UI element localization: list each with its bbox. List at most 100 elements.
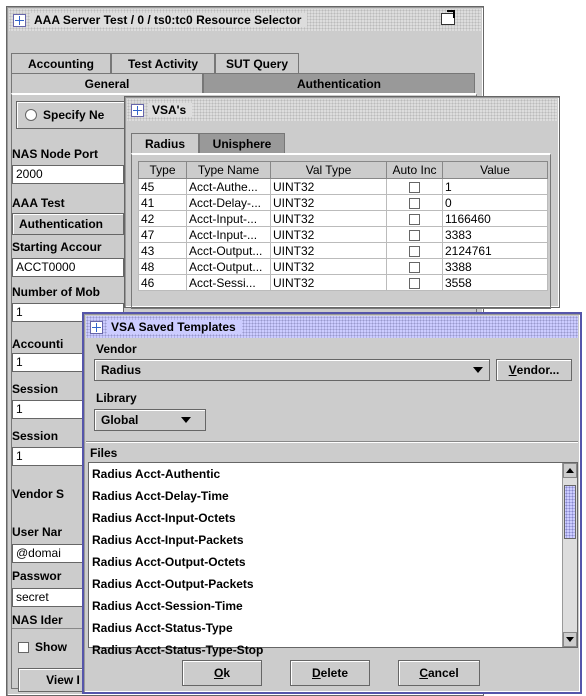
templates-titlebar[interactable]: VSA Saved Templates (86, 316, 578, 338)
auto-inc-checkbox[interactable] (409, 229, 420, 241)
vendor-button[interactable]: Vendor... (496, 359, 572, 381)
cell-auto-inc[interactable] (386, 178, 443, 195)
show-checkbox[interactable]: Show (18, 640, 67, 654)
cell-auto-inc[interactable] (386, 274, 443, 291)
tab-general[interactable]: General (11, 73, 203, 93)
cell-value[interactable]: 3558 (442, 274, 548, 291)
cell-val-type[interactable]: UINT32 (270, 210, 387, 227)
cell-value[interactable]: 3388 (442, 258, 548, 275)
cell-type-name[interactable]: Acct-Delay-... (186, 194, 271, 211)
list-item[interactable]: Radius Acct-Delay-Time (89, 485, 561, 507)
list-item[interactable]: Radius Acct-Input-Packets (89, 529, 561, 551)
cell-val-type[interactable]: UINT32 (270, 226, 387, 243)
vsa-window: VSA's Radius Unisphere Type Type Name Va… (124, 96, 560, 309)
cell-auto-inc[interactable] (386, 258, 443, 275)
vsa-table-panel: Type Type Name Val Type Auto Inc Value 4… (131, 153, 551, 309)
resource-selector-titlebar[interactable]: AAA Server Test / 0 / ts0:tc0 Resource S… (9, 9, 481, 31)
cell-val-type[interactable]: UINT32 (270, 194, 387, 211)
separator (86, 441, 578, 443)
cell-auto-inc[interactable] (386, 226, 443, 243)
col-value[interactable]: Value (442, 161, 548, 179)
scroll-up-button[interactable] (563, 463, 577, 478)
specify-radio-button[interactable]: Specify Ne (16, 101, 136, 129)
auto-inc-checkbox[interactable] (409, 261, 420, 273)
table-row[interactable]: 41 Acct-Delay-... UINT32 0 (138, 194, 548, 211)
files-list[interactable]: Radius Acct-Authentic Radius Acct-Delay-T… (88, 462, 578, 657)
vsa-titlebar[interactable]: VSA's (127, 99, 557, 121)
tab-test-activity[interactable]: Test Activity (111, 53, 215, 73)
ok-button[interactable]: Ok (182, 660, 262, 686)
cell-type-name[interactable]: Acct-Input-... (186, 210, 271, 227)
cell-auto-inc[interactable] (386, 242, 443, 259)
cell-val-type[interactable]: UINT32 (270, 274, 387, 291)
table-row[interactable]: 48 Acct-Output... UINT32 3388 (138, 258, 548, 275)
scroll-down-button[interactable] (563, 632, 577, 647)
list-item[interactable]: Radius Acct-Output-Octets (89, 551, 561, 573)
auto-inc-checkbox[interactable] (409, 245, 420, 257)
templates-title: VSA Saved Templates (107, 320, 242, 334)
vendor-select[interactable]: Radius (94, 359, 490, 381)
table-row[interactable]: 43 Acct-Output... UINT32 2124761 (138, 242, 548, 259)
cell-value[interactable]: 1166460 (442, 210, 548, 227)
table-row[interactable]: 46 Acct-Sessi... UINT32 3558 (138, 274, 548, 291)
cell-auto-inc[interactable] (386, 194, 443, 211)
list-item[interactable]: Radius Acct-Status-Type (89, 617, 561, 639)
cell-value[interactable]: 1 (442, 178, 548, 195)
scroll-thumb[interactable] (564, 485, 576, 539)
tab-authentication[interactable]: Authentication (203, 73, 475, 93)
cell-type[interactable]: 48 (138, 258, 187, 275)
cell-type[interactable]: 42 (138, 210, 187, 227)
cell-value[interactable]: 0 (442, 194, 548, 211)
cell-type-name[interactable]: Acct-Sessi... (186, 274, 271, 291)
table-row[interactable]: 45 Acct-Authe... UINT32 1 (138, 178, 548, 195)
tab-sut-query[interactable]: SUT Query (215, 53, 299, 73)
cell-type[interactable]: 46 (138, 274, 187, 291)
col-type-name[interactable]: Type Name (186, 161, 271, 179)
library-select[interactable]: Global (94, 409, 206, 431)
cell-type[interactable]: 45 (138, 178, 187, 195)
cell-value[interactable]: 2124761 (442, 242, 548, 259)
nas-node-port-field[interactable]: 2000 (12, 165, 124, 184)
cell-type-name[interactable]: Acct-Input-... (186, 226, 271, 243)
auto-inc-checkbox[interactable] (409, 197, 420, 209)
cell-type-name[interactable]: Acct-Authe... (186, 178, 271, 195)
cell-type[interactable]: 47 (138, 226, 187, 243)
list-item[interactable]: Radius Acct-Session-Time (89, 595, 561, 617)
tab-unisphere[interactable]: Unisphere (199, 133, 285, 153)
vendor-label: Vendor (96, 342, 137, 356)
list-item[interactable]: Radius Acct-Authentic (89, 463, 561, 485)
auto-inc-checkbox[interactable] (409, 213, 420, 225)
col-val-type[interactable]: Val Type (270, 161, 387, 179)
cell-type[interactable]: 41 (138, 194, 187, 211)
tab-accounting[interactable]: Accounting (11, 53, 111, 73)
table-row[interactable]: 42 Acct-Input-... UINT32 1166460 (138, 210, 548, 227)
starting-account-field[interactable]: ACCT0000 (12, 258, 124, 277)
cell-type-name[interactable]: Acct-Output... (186, 242, 271, 259)
list-item[interactable]: Radius Acct-Input-Octets (89, 507, 561, 529)
cell-type[interactable]: 43 (138, 242, 187, 259)
table-row[interactable]: 47 Acct-Input-... UINT32 3383 (138, 226, 548, 243)
files-items: Radius Acct-Authentic Radius Acct-Delay-T… (89, 463, 561, 661)
cell-val-type[interactable]: UINT32 (270, 242, 387, 259)
files-scrollbar[interactable] (562, 463, 577, 647)
maximize-icon[interactable] (441, 10, 455, 25)
cell-value[interactable]: 3383 (442, 226, 548, 243)
cell-val-type[interactable]: UINT32 (270, 258, 387, 275)
list-item[interactable]: Radius Acct-Status-Type-Stop (89, 639, 561, 661)
arrow-up-icon (566, 468, 574, 473)
col-type[interactable]: Type (138, 161, 187, 179)
vsa-table: Type Type Name Val Type Auto Inc Value 4… (138, 161, 548, 291)
cell-val-type[interactable]: UINT32 (270, 178, 387, 195)
list-item[interactable]: Radius Acct-Output-Packets (89, 573, 561, 595)
number-of-mobiles-label: Number of Mob (12, 285, 100, 299)
nas-identifier-label: NAS Ider (12, 613, 63, 627)
cell-type-name[interactable]: Acct-Output... (186, 258, 271, 275)
aaa-test-select[interactable]: Authentication (12, 213, 124, 235)
auto-inc-checkbox[interactable] (409, 277, 420, 289)
tab-radius[interactable]: Radius (131, 133, 199, 153)
auto-inc-checkbox[interactable] (409, 181, 420, 193)
col-auto-inc[interactable]: Auto Inc (386, 161, 443, 179)
delete-button[interactable]: Delete (290, 660, 370, 686)
cell-auto-inc[interactable] (386, 210, 443, 227)
cancel-button[interactable]: Cancel (398, 660, 480, 686)
